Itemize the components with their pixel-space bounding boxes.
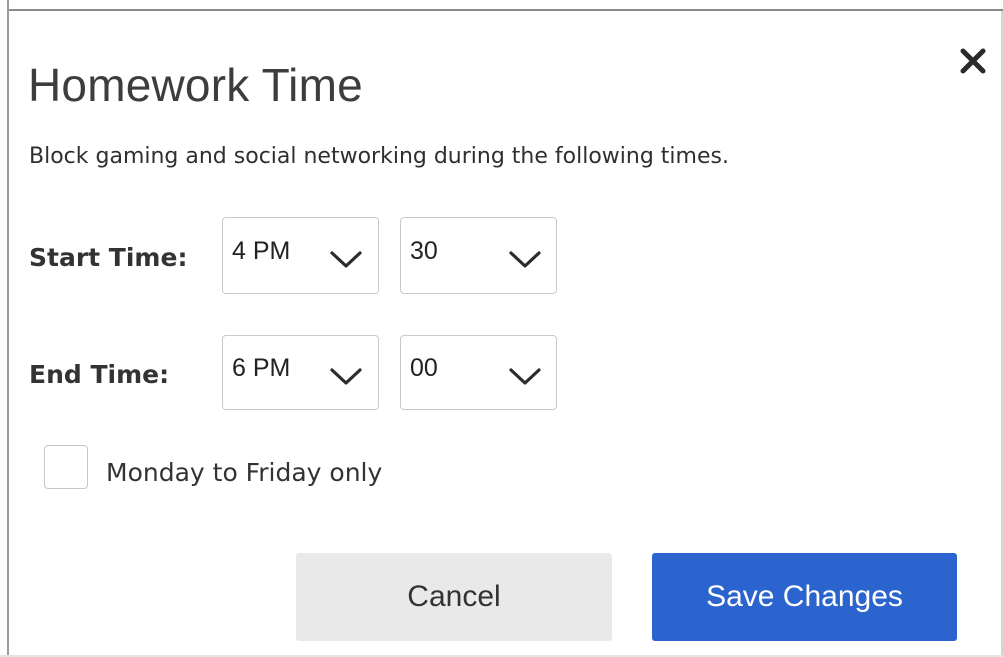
homework-time-dialog: Homework Time Block gaming and social ne… — [0, 0, 1003, 657]
close-button[interactable] — [952, 40, 994, 82]
end-hour-select[interactable]: 6 PM — [222, 335, 379, 410]
chevron-down-icon — [330, 368, 362, 385]
start-minute-value: 30 — [410, 237, 438, 265]
window-left-edge — [0, 0, 9, 657]
start-hour-value: 4 PM — [232, 237, 291, 265]
end-hour-value: 6 PM — [232, 354, 291, 382]
dialog-description: Block gaming and social networking durin… — [29, 144, 729, 169]
cancel-button[interactable]: Cancel — [296, 553, 612, 641]
close-icon — [960, 48, 986, 74]
start-hour-select[interactable]: 4 PM — [222, 217, 379, 294]
chevron-down-icon — [330, 251, 362, 268]
start-time-label: Start Time: — [29, 243, 188, 272]
monday-to-friday-label[interactable]: Monday to Friday only — [106, 458, 382, 487]
end-time-label: End Time: — [29, 360, 170, 389]
start-minute-select[interactable]: 30 — [400, 217, 557, 294]
monday-to-friday-checkbox[interactable] — [44, 445, 88, 489]
save-changes-button[interactable]: Save Changes — [652, 553, 957, 641]
end-minute-select[interactable]: 00 — [400, 335, 557, 410]
end-minute-value: 00 — [410, 354, 438, 382]
chevron-down-icon — [509, 251, 541, 268]
window-top-edge — [0, 0, 1003, 11]
chevron-down-icon — [509, 368, 541, 385]
dialog-title: Homework Time — [28, 59, 363, 111]
